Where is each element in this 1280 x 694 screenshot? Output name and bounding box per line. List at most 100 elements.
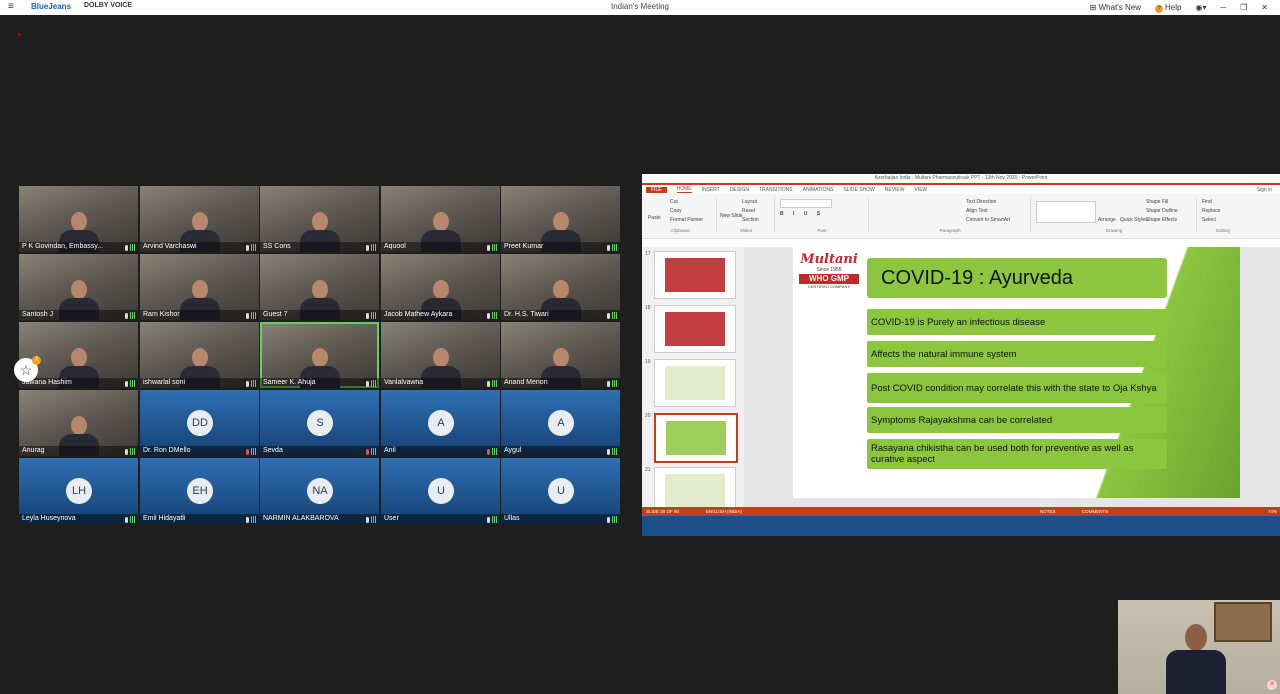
participant-tile[interactable]: LH Leyla Huseynova [19,458,138,524]
mic-icon [607,313,610,319]
signal-strength-icon [612,312,618,319]
paragraph-group: Text Direction Align Text Convert to Sma… [870,197,1031,233]
participant-tile[interactable]: SS Cons [260,186,379,252]
slide-thumbnail[interactable] [654,305,736,353]
mic-muted-icon [487,449,490,455]
restore-button[interactable]: ❐ [1240,3,1247,12]
editing-label: Editing [1216,228,1230,233]
participant-tile[interactable]: A Aygul [501,390,620,456]
replace-button[interactable]: Replace [1202,208,1220,214]
signal-strength-icon [251,312,257,319]
language-indicator[interactable]: ENGLISH (INDIA) [706,507,742,516]
ppt-tab-file[interactable]: FILE [646,186,667,193]
participant-tile[interactable]: A Anil [381,390,500,456]
whats-new-button[interactable]: ⊞ What's New [1090,3,1141,12]
participant-tile[interactable]: Vanlalvawna [381,322,500,388]
slide-count: SLIDE 20 OF 90 [646,509,680,514]
font-style-buttons[interactable]: B I U S [780,211,824,217]
participant-tile[interactable]: Jawana Hashim [19,322,138,388]
ppt-tab-transitions[interactable]: TRANSITIONS [759,187,793,193]
shape-effects-button[interactable]: Shape Effects [1146,217,1177,223]
participant-tile[interactable]: DD Dr. Ron DMello [140,390,259,456]
minimize-button[interactable]: ─ [1220,3,1226,12]
slide-thumbnail[interactable] [654,251,736,299]
convert-smartart-button[interactable]: Convert to SmartArt [966,217,1010,223]
find-button[interactable]: Find [1202,199,1212,205]
participant-tile[interactable]: EH Emil Hidayatli [140,458,259,524]
slide-thumbnail[interactable] [654,359,736,407]
recording-dot-icon [18,33,21,36]
shapes-gallery[interactable] [1036,201,1096,223]
new-slide-button[interactable]: New Slide [720,213,743,219]
participant-tile[interactable]: Ram Kishor [140,254,259,320]
mic-icon [607,517,610,523]
self-view-video[interactable]: ✕ [1118,600,1280,694]
participant-tile[interactable]: Arvind Varchaswi [140,186,259,252]
participant-tile[interactable]: Guest 7 [260,254,379,320]
paste-button[interactable]: Paste [648,215,661,221]
ppt-tab-review[interactable]: REVIEW [885,187,905,193]
slide-thumbnail[interactable] [654,413,738,463]
participant-tile[interactable]: Aquool [381,186,500,252]
participant-tile[interactable]: Sameer K. Ahuja [260,322,379,388]
slide-thumbnail-pane[interactable]: 17 18 19 20 21 [642,247,745,515]
drawing-label: Drawing [1105,228,1123,233]
participant-tile[interactable]: Jacob Mathew Aykara [381,254,500,320]
align-text-button[interactable]: Align Text [966,208,988,214]
reset-button[interactable]: Reset [742,208,755,214]
ppt-tab-design[interactable]: DESIGN [730,187,749,193]
participant-indicators [366,379,377,387]
participant-tile[interactable]: ishwarlal soni [140,322,259,388]
text-direction-button[interactable]: Text Direction [966,199,996,205]
section-button[interactable]: Section [742,217,759,223]
participant-indicators [487,311,498,319]
mic-icon [125,245,128,251]
logo-who-gmp: WHO GMP [799,274,859,284]
quick-styles-button[interactable]: Quick Styles [1120,217,1148,223]
mic-muted-icon[interactable]: ✕ [1267,680,1277,690]
layout-button[interactable]: Layout [742,199,757,205]
participant-tile[interactable]: S Sevda [260,390,379,456]
menu-icon[interactable]: ≡ [8,1,14,12]
participant-tile[interactable]: NA NARMIN ALAKBAROVA [260,458,379,524]
help-button[interactable]: ? Help [1155,3,1181,13]
user-menu-button[interactable]: ◉▾ [1195,3,1206,12]
participant-indicators [487,243,498,251]
cut-button[interactable]: Cut [670,199,678,205]
participant-tile[interactable]: Santosh J [19,254,138,320]
participant-tile[interactable]: U Ullas [501,458,620,524]
ppt-tab-view[interactable]: VIEW [915,187,928,193]
close-button[interactable]: ✕ [1261,3,1268,12]
ppt-tab-slide-show[interactable]: SLIDE SHOW [843,187,874,193]
participant-indicators [366,447,377,455]
mic-icon [246,381,249,387]
ppt-sign-in[interactable]: Sign in [1257,187,1272,193]
participant-name: Aquool [381,242,500,252]
participant-tile[interactable]: U User [381,458,500,524]
shape-outline-button[interactable]: Shape Outline [1146,208,1178,214]
mic-icon [125,313,128,319]
font-name-box[interactable] [780,199,832,208]
copy-button[interactable]: Copy [670,208,682,214]
participant-tile[interactable]: Anand Menon [501,322,620,388]
zoom-level[interactable]: 74% [1268,507,1277,516]
select-button[interactable]: Select [1202,217,1216,223]
signal-strength-icon [612,516,618,523]
participant-tile[interactable]: Dr. H.S. Tiwari [501,254,620,320]
format-painter-button[interactable]: Format Painter [670,217,703,223]
signal-strength-icon [251,380,257,387]
ppt-tab-home[interactable]: HOME [676,186,692,193]
signal-strength-icon [251,516,257,523]
ppt-tab-insert[interactable]: INSERT [702,187,720,193]
arrange-button[interactable]: Arrange [1098,217,1116,223]
participant-tile[interactable]: Anurag [19,390,138,456]
ppt-tab-animations[interactable]: ANIMATIONS [803,187,834,193]
self-person [1165,624,1226,694]
notes-button[interactable]: NOTES [1040,507,1056,516]
participant-indicators [607,515,618,523]
comments-button[interactable]: COMMENTS [1082,507,1108,516]
participant-tile[interactable]: P K Govindan, Embassy... [19,186,138,252]
shape-fill-button[interactable]: Shape Fill [1146,199,1168,205]
participant-tile[interactable]: Preet Kumar [501,186,620,252]
dolby-voice-logo: DOLBY VOICE [84,2,133,9]
